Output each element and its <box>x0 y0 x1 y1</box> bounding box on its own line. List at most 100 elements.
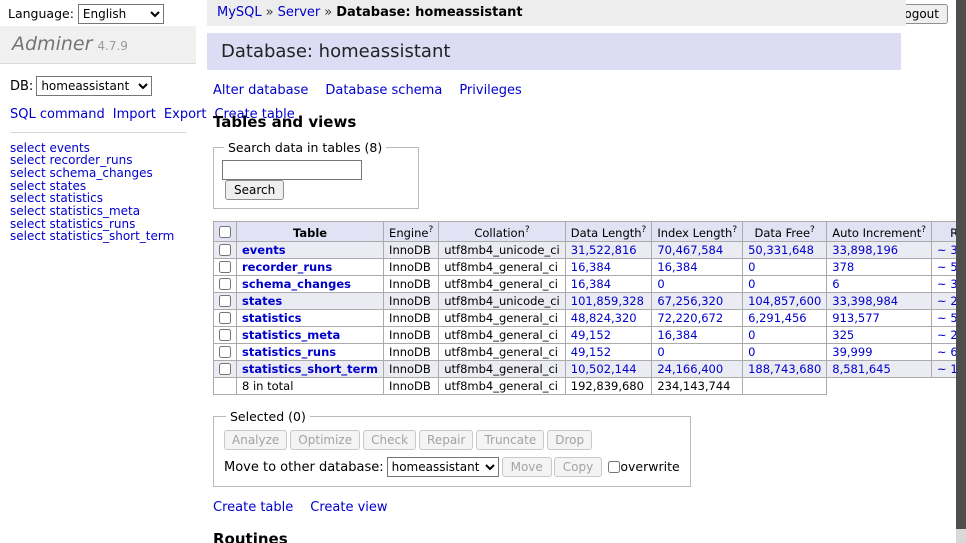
column-header[interactable]: Data Free? <box>743 222 827 242</box>
db-action-link[interactable]: Alter database <box>213 83 308 98</box>
row-checkbox[interactable] <box>219 261 231 273</box>
column-header[interactable]: Auto Increment? <box>827 222 932 242</box>
row-checkbox[interactable] <box>219 278 231 290</box>
bulk-action-button[interactable]: Check <box>363 430 416 450</box>
data-length-link[interactable]: 49,152 <box>571 328 611 342</box>
index-length-link[interactable]: 16,384 <box>657 260 697 274</box>
collation-cell: utf8mb4_general_ci <box>439 326 566 343</box>
auto-increment-link[interactable]: 325 <box>832 328 854 342</box>
bulk-action-button[interactable]: Analyze <box>224 430 287 450</box>
auto-increment-link[interactable]: 33,898,196 <box>832 243 898 257</box>
row-checkbox[interactable] <box>219 295 231 307</box>
data-length-link[interactable]: 16,384 <box>571 260 611 274</box>
sidebar-table-link[interactable]: select statistics_meta <box>10 205 196 218</box>
table-name-link[interactable]: states <box>242 294 282 308</box>
row-checkbox[interactable] <box>219 329 231 341</box>
create-link[interactable]: Create view <box>310 500 387 515</box>
index-length-link[interactable]: 72,220,672 <box>657 311 723 325</box>
row-checkbox[interactable] <box>219 346 231 358</box>
column-header[interactable]: Data Length? <box>565 222 652 242</box>
copy-button[interactable]: Copy <box>554 457 602 477</box>
db-action-link[interactable]: Privileges <box>459 83 522 98</box>
breadcrumb-server-link[interactable]: Server <box>278 5 321 20</box>
auto-increment-link[interactable]: 39,999 <box>832 345 872 359</box>
language-select[interactable]: English <box>78 4 164 24</box>
auto-increment-cell: 33,398,984 <box>827 292 932 309</box>
index-length-link[interactable]: 0 <box>657 277 664 291</box>
data-free-link[interactable]: 0 <box>748 345 755 359</box>
vertical-scrollbar[interactable] <box>956 0 966 543</box>
index-length-cell: 16,384 <box>652 326 743 343</box>
data-length-link[interactable]: 101,859,328 <box>571 294 644 308</box>
data-free-link[interactable]: 104,857,600 <box>748 294 821 308</box>
create-link[interactable]: Create table <box>213 500 293 515</box>
index-length-link[interactable]: 24,166,400 <box>657 362 723 376</box>
data-free-link[interactable]: 0 <box>748 277 755 291</box>
index-length-link[interactable]: 16,384 <box>657 328 697 342</box>
index-length-link[interactable]: 0 <box>657 345 664 359</box>
table-name-link[interactable]: recorder_runs <box>242 260 332 274</box>
sidebar-table-link[interactable]: select schema_changes <box>10 167 196 180</box>
db-action-link[interactable]: Database schema <box>325 83 442 98</box>
table-name-link[interactable]: statistics_short_term <box>242 362 378 376</box>
rows-count-link[interactable]: ~ 3 <box>937 277 958 291</box>
collation-cell: utf8mb4_general_ci <box>439 309 566 326</box>
index-length-link[interactable]: 67,256,320 <box>657 294 723 308</box>
data-length-link[interactable]: 49,152 <box>571 345 611 359</box>
column-header[interactable]: Engine? <box>384 222 439 242</box>
auto-increment-link[interactable]: 33,398,984 <box>832 294 898 308</box>
table-name-cell: statistics_short_term <box>237 360 384 377</box>
overwrite-checkbox[interactable] <box>608 461 620 473</box>
auto-increment-cell: 39,999 <box>827 343 932 360</box>
sidebar-action-link[interactable]: SQL command <box>10 107 105 122</box>
move-button[interactable]: Move <box>502 457 552 477</box>
index-length-link[interactable]: 70,467,584 <box>657 243 723 257</box>
data-free-link[interactable]: 6,291,456 <box>748 311 807 325</box>
data-length-link[interactable]: 16,384 <box>571 277 611 291</box>
row-checkbox[interactable] <box>219 244 231 256</box>
collation-cell: utf8mb4_general_ci <box>439 258 566 275</box>
data-length-link[interactable]: 31,522,816 <box>571 243 637 257</box>
data-free-link[interactable]: 50,331,648 <box>748 243 814 257</box>
sidebar-action-link[interactable]: Export <box>164 107 207 122</box>
data-length-link[interactable]: 48,824,320 <box>571 311 637 325</box>
data-free-link[interactable]: 0 <box>748 260 755 274</box>
data-free-link[interactable]: 188,743,680 <box>748 362 821 376</box>
auto-increment-link[interactable]: 378 <box>832 260 854 274</box>
bulk-action-button[interactable]: Repair <box>419 430 473 450</box>
row-checkbox[interactable] <box>219 363 231 375</box>
bulk-action-button[interactable]: Truncate <box>476 430 544 450</box>
table-name-link[interactable]: statistics <box>242 311 302 325</box>
move-db-select[interactable]: homeassistant <box>387 457 499 477</box>
row-checkbox[interactable] <box>219 312 231 324</box>
column-header[interactable]: Index Length? <box>652 222 743 242</box>
table-name-link[interactable]: events <box>242 243 286 257</box>
search-button[interactable]: Search <box>225 180 284 200</box>
index-length-cell: 16,384 <box>652 258 743 275</box>
sidebar-table-link[interactable]: select statistics_short_term <box>10 230 196 243</box>
breadcrumb-mysql-link[interactable]: MySQL <box>217 5 262 20</box>
search-input[interactable] <box>222 160 362 180</box>
data-free-link[interactable]: 0 <box>748 328 755 342</box>
db-select[interactable]: homeassistant <box>36 76 152 96</box>
data-length-link[interactable]: 10,502,144 <box>571 362 637 376</box>
table-name-link[interactable]: schema_changes <box>242 277 351 291</box>
bulk-action-button[interactable]: Drop <box>547 430 592 450</box>
select-all-checkbox[interactable] <box>219 226 231 238</box>
sidebar-action-link[interactable]: Import <box>113 107 156 122</box>
rows-count-link[interactable]: ~ 5 <box>937 260 958 274</box>
auto-increment-link[interactable]: 6 <box>832 277 839 291</box>
bulk-action-button[interactable]: Optimize <box>290 430 360 450</box>
data-free-cell: 0 <box>743 258 827 275</box>
column-header[interactable]: Collation? <box>439 222 566 242</box>
scrollbar-thumb[interactable] <box>956 0 966 529</box>
table-name-link[interactable]: statistics_meta <box>242 328 340 342</box>
sidebar-table-list: select eventsselect recorder_runsselect … <box>10 142 196 244</box>
table-name-link[interactable]: statistics_runs <box>242 345 336 359</box>
auto-increment-cell: 8,581,645 <box>827 360 932 377</box>
breadcrumb-separator: » <box>324 5 332 20</box>
auto-increment-link[interactable]: 8,581,645 <box>832 362 891 376</box>
index-length-cell: 67,256,320 <box>652 292 743 309</box>
auto-increment-link[interactable]: 913,577 <box>832 311 880 325</box>
column-header[interactable]: Table <box>237 222 384 242</box>
